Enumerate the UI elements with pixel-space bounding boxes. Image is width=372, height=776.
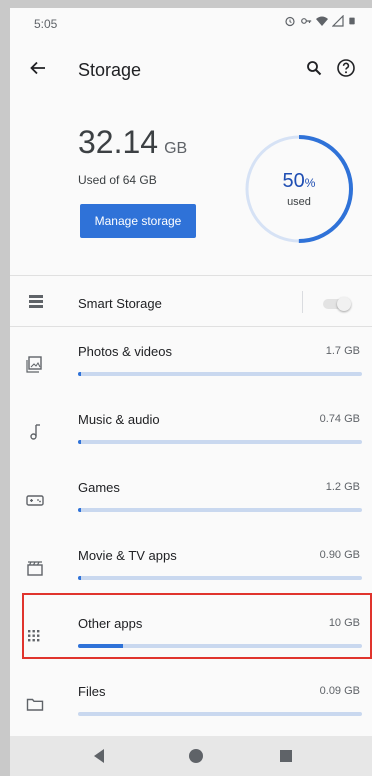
category-label: Photos & videos [78,344,172,359]
status-icons [284,15,356,27]
category-usage-bar [78,440,362,444]
divider [10,275,372,276]
usage-percent: 50% [283,170,316,193]
category-size: 0.09 GB [319,685,360,697]
category-games[interactable]: Games 1.2 GB [10,469,372,537]
gamepad-icon [26,495,44,506]
category-usage-fill [78,508,81,512]
alarm-icon [285,16,295,27]
category-label: Music & audio [78,412,160,427]
used-amount: 32.14 GB [78,124,187,161]
category-size: 1.7 GB [325,345,360,357]
usage-percent-label: used [287,196,311,208]
storage-screen: 5:05 Storage 32.14 GB Used of 64 GB Mana… [10,8,372,776]
divider [10,326,372,327]
category-label: Movie & TV apps [78,548,177,563]
page-title: Storage [78,60,142,80]
category-music-audio[interactable]: Music & audio 0.74 GB [10,401,372,469]
used-unit: GB [164,140,188,157]
usage-ring-text: 50% used [242,132,356,246]
arrow-back-icon [30,61,45,75]
back-button[interactable] [22,52,54,84]
status-bar: 5:05 [10,8,372,36]
search-icon [307,61,322,76]
toggle-thumb [337,297,351,311]
signal-icon [332,15,344,27]
help-icon [337,59,355,77]
smart-storage-toggle[interactable] [323,297,351,311]
nav-home-icon[interactable] [189,749,203,763]
category-label: Files [78,684,106,699]
usage-percent-value: 50 [282,170,305,192]
category-usage-fill [78,440,81,444]
vpn-key-icon [301,18,312,24]
wifi-icon [316,16,328,26]
smart-storage-icon [29,295,43,308]
category-photos-videos[interactable]: Photos & videos 1.7 GB [10,333,372,401]
category-usage-bar [78,712,362,716]
used-of-total: Used of 64 GB [78,173,157,187]
category-files[interactable]: Files 0.09 GB [10,673,372,741]
usage-percent-sign: % [304,176,316,190]
category-usage-bar [78,576,362,580]
usage-ring: 50% used [242,132,356,246]
folder-icon [26,698,44,711]
category-usage-fill [78,372,81,376]
category-usage-bar [78,508,362,512]
used-value: 32.14 [78,124,159,160]
app-bar: Storage [10,44,372,92]
clapperboard-icon [27,561,43,576]
category-size: 0.90 GB [319,549,360,561]
manage-storage-button[interactable]: Manage storage [80,204,196,238]
smart-storage-separator [302,291,303,313]
smart-storage-label: Smart Storage [78,296,162,311]
smart-storage-row[interactable]: Smart Storage [10,281,372,325]
status-time: 5:05 [34,17,58,31]
battery-icon [349,17,355,25]
category-label: Games [78,480,120,495]
nav-back-icon[interactable] [94,749,104,763]
help-button[interactable] [332,54,360,82]
category-size: 0.74 GB [319,413,360,425]
photo-icon [26,356,42,373]
nav-recents-icon[interactable] [280,750,292,762]
category-usage-fill [78,576,81,580]
storage-summary: 32.14 GB Used of 64 GB Manage storage 50… [10,104,372,270]
selection-highlight [22,593,372,659]
category-usage-bar [78,372,362,376]
system-nav-bar [10,736,372,776]
category-size: 1.2 GB [325,481,360,493]
music-note-icon [30,424,40,440]
search-button[interactable] [300,54,328,82]
